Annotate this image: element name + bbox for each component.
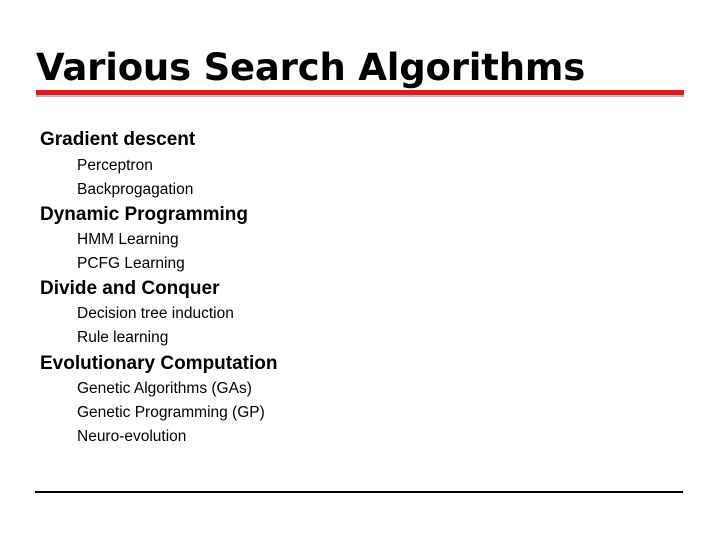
outline-item-rule-learning: Rule learning	[77, 329, 169, 346]
outline-item-pcfg-learning: PCFG Learning	[77, 255, 185, 272]
footer-rule	[35, 491, 683, 493]
outline-item-genetic-programming: Genetic Programming (GP)	[77, 404, 265, 421]
outline-item-decision-tree-induction: Decision tree induction	[77, 305, 234, 322]
outline-heading-dynamic-programming: Dynamic Programming	[40, 204, 248, 225]
outline-item-perceptron: Perceptron	[77, 157, 153, 174]
outline-heading-gradient-descent: Gradient descent	[40, 129, 196, 150]
outline-item-backpropagation: Backprogagation	[77, 181, 194, 198]
page-title: Various Search Algorithms	[36, 46, 586, 89]
outline-item-neuro-evolution: Neuro-evolution	[77, 428, 187, 445]
presentation-slide: Various Search Algorithms Gradient desce…	[0, 0, 720, 540]
outline-item-hmm-learning: HMM Learning	[77, 231, 179, 248]
title-accent-rule-shadow	[36, 95, 684, 97]
outline-heading-evolutionary-computation: Evolutionary Computation	[40, 353, 278, 374]
outline-heading-divide-and-conquer: Divide and Conquer	[40, 278, 220, 299]
outline-item-genetic-algorithms: Genetic Algorithms (GAs)	[77, 380, 252, 397]
